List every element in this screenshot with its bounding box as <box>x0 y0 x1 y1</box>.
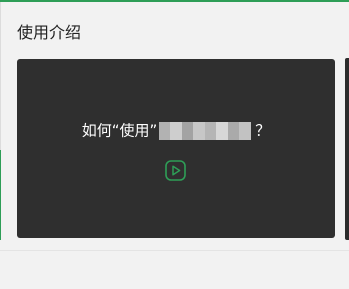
play-button[interactable] <box>165 160 186 181</box>
next-card-peek[interactable] <box>345 58 349 240</box>
left-accent-line <box>0 150 1 240</box>
video-title: 如何“使用” ？ <box>17 119 335 142</box>
top-accent-bar <box>0 0 349 2</box>
video-card[interactable]: 如何“使用” ？ <box>17 59 335 238</box>
video-title-prefix: 如何“使用” <box>81 121 158 140</box>
play-icon <box>165 160 186 181</box>
bottom-divider <box>0 250 349 251</box>
redacted-app-name <box>159 121 252 140</box>
section-title: 使用介绍 <box>17 23 82 42</box>
video-title-suffix: ？ <box>255 121 271 140</box>
app-panel: 使用介绍 如何“使用” ？ <box>0 0 349 289</box>
